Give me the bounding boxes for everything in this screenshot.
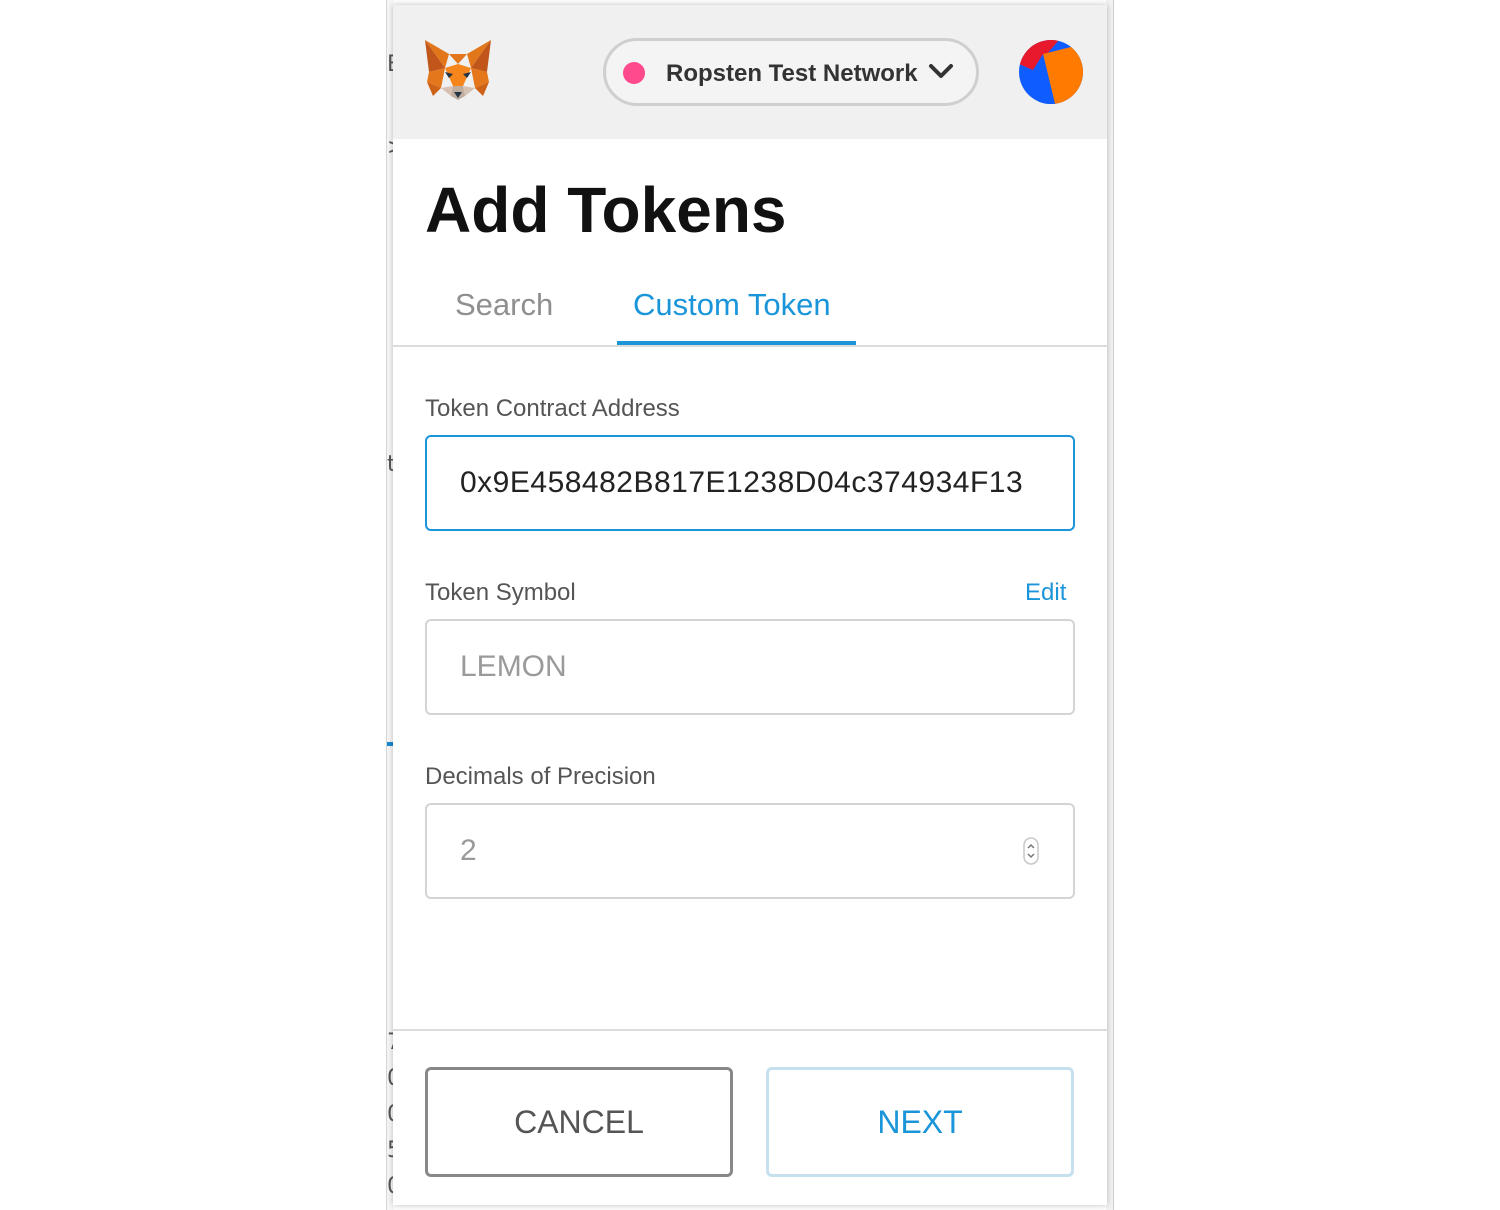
active-tab-indicator <box>617 341 856 345</box>
token-symbol-value: LEMON <box>460 650 567 683</box>
network-selector[interactable]: Ropsten Test Network <box>603 38 979 106</box>
metamask-popup: Ropsten Test Network Add Tokens Search C… <box>393 5 1107 1205</box>
edit-symbol-link[interactable]: Edit <box>1025 579 1066 607</box>
page-title: Add Tokens <box>425 174 787 246</box>
contract-address-input[interactable]: 0x9E458482B817E1238D04c374934F13 <box>425 435 1075 531</box>
token-tabs: Search Custom Token <box>393 275 1107 347</box>
token-symbol-input[interactable]: LEMON <box>425 619 1075 715</box>
network-status-dot <box>623 62 645 84</box>
metamask-fox-icon[interactable] <box>423 38 493 104</box>
contract-address-label: Token Contract Address <box>425 395 680 422</box>
app-header: Ropsten Test Network <box>393 5 1107 139</box>
decimals-input[interactable]: 2 <box>425 803 1075 899</box>
tab-search[interactable]: Search <box>455 287 553 323</box>
footer-actions: CANCEL NEXT <box>393 1029 1107 1205</box>
number-stepper-icon[interactable] <box>1023 837 1039 865</box>
next-button[interactable]: NEXT <box>766 1067 1074 1177</box>
chevron-down-icon <box>929 64 953 78</box>
decimals-label: Decimals of Precision <box>425 763 656 790</box>
contract-address-value: 0x9E458482B817E1238D04c374934F13 <box>460 466 1024 499</box>
cancel-button[interactable]: CANCEL <box>425 1067 733 1177</box>
background-page-edge-right <box>1106 0 1114 1210</box>
account-avatar-icon[interactable] <box>1019 40 1083 104</box>
decimals-value: 2 <box>460 834 477 867</box>
tab-custom-token[interactable]: Custom Token <box>633 287 831 323</box>
token-symbol-label: Token Symbol <box>425 579 576 606</box>
network-name: Ropsten Test Network <box>666 60 918 87</box>
